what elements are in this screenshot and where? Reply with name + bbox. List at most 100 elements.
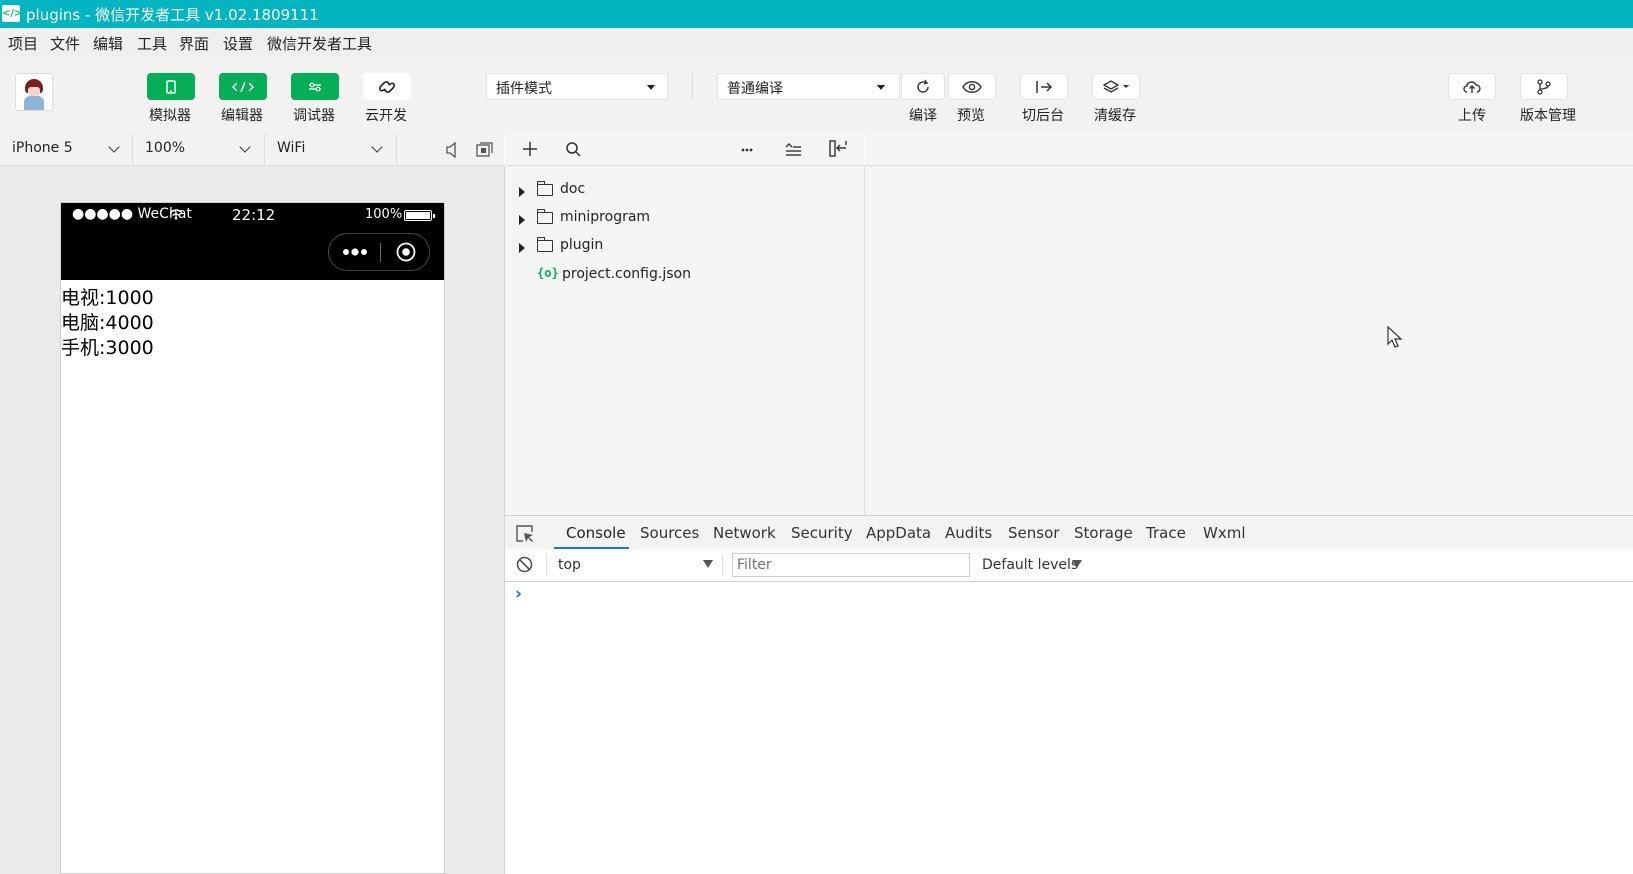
menu-devtools[interactable]: 微信开发者工具 — [267, 33, 372, 54]
version-label: 版本管理 — [1520, 108, 1576, 124]
clear-console-icon[interactable] — [516, 556, 533, 573]
json-file-icon: {o} — [537, 266, 559, 280]
expand-arrow-icon[interactable] — [519, 243, 525, 253]
close-circle-icon[interactable] — [396, 242, 416, 262]
console-output[interactable]: › — [505, 582, 1633, 874]
debugger-button[interactable] — [291, 73, 339, 100]
editor-label: 编辑器 — [221, 108, 263, 124]
more-dots-icon[interactable] — [342, 247, 368, 257]
dropdown-arrow-icon — [877, 85, 885, 90]
expand-arrow-icon[interactable] — [519, 187, 525, 197]
tree-item-plugin[interactable]: plugin — [505, 234, 863, 260]
version-button[interactable] — [1520, 73, 1568, 100]
expand-arrow-icon[interactable] — [519, 215, 525, 225]
menu-file[interactable]: 文件 — [50, 33, 80, 54]
tree-item-label: doc — [560, 181, 586, 197]
tree-item-label: plugin — [560, 237, 604, 253]
device-select[interactable]: iPhone 5 — [0, 134, 133, 165]
collapse-all-icon[interactable] — [785, 143, 801, 156]
battery-percent: 100% — [365, 207, 403, 222]
layers-icon — [1102, 79, 1129, 93]
branch-icon — [1537, 78, 1551, 95]
tab-trace[interactable]: Trace — [1146, 524, 1186, 542]
tab-network[interactable]: Network — [713, 524, 776, 542]
volume-icon[interactable] — [446, 142, 458, 158]
debugger-label: 调试器 — [293, 108, 335, 124]
zoom-select-value: 100% — [145, 140, 186, 156]
content-line: 电视:1000 — [61, 287, 154, 309]
simulator-button[interactable] — [147, 73, 195, 100]
zoom-select[interactable]: 100% — [133, 134, 265, 165]
more-icon[interactable] — [741, 148, 753, 152]
explorer-toolbar — [505, 134, 864, 166]
network-select[interactable]: WiFi — [265, 134, 397, 165]
chevron-down-icon — [108, 141, 120, 153]
console-filter-input[interactable] — [732, 553, 970, 577]
compile-mode-select[interactable]: 普通编译 — [717, 73, 900, 100]
menu-tools[interactable]: 工具 — [137, 33, 167, 54]
inspect-element-icon[interactable] — [516, 525, 534, 543]
preview-button[interactable] — [948, 73, 996, 100]
console-toolbar: top Default levels — [505, 549, 1633, 582]
folder-icon — [536, 181, 553, 196]
tab-sources[interactable]: Sources — [640, 524, 699, 542]
mouse-cursor-icon — [1387, 326, 1403, 348]
tab-storage[interactable]: Storage — [1074, 524, 1133, 542]
console-prompt-icon: › — [515, 584, 523, 604]
upload-button[interactable] — [1448, 73, 1496, 100]
menu-project[interactable]: 项目 — [8, 33, 38, 54]
tree-item-project-config[interactable]: {o} project.config.json — [505, 263, 863, 289]
tree-item-doc[interactable]: doc — [505, 178, 863, 204]
network-select-value: WiFi — [277, 140, 306, 156]
phone-screen[interactable]: ●●●●● WeChat 22:12 100% 电视:1000 电脑:4000 … — [60, 202, 445, 874]
capsule-divider — [380, 243, 381, 262]
menu-settings[interactable]: 设置 — [223, 33, 253, 54]
context-select[interactable]: top — [548, 551, 720, 579]
tab-wxml[interactable]: Wxml — [1203, 524, 1246, 542]
mode-select-value: 插件模式 — [496, 81, 552, 97]
main-toolbar: 模拟器 编辑器 调试器 云开发 插件模式 普通编译 编译 预览 切后台 清缓存 … — [0, 58, 1633, 135]
app-logo-icon: </> — [2, 5, 22, 22]
levels-select-value: Default levels — [982, 557, 1079, 573]
preview-label: 预览 — [957, 108, 985, 124]
toggle-panel-icon[interactable] — [829, 140, 847, 157]
compile-button[interactable] — [901, 73, 945, 100]
phone-status-bar: ●●●●● WeChat 22:12 100% — [61, 203, 444, 280]
cloud-button[interactable] — [363, 73, 411, 100]
tab-sensor[interactable]: Sensor — [1008, 524, 1059, 542]
eye-icon — [962, 80, 982, 93]
tab-appdata[interactable]: AppData — [866, 524, 931, 542]
editor-area[interactable] — [865, 166, 1633, 515]
tree-item-label: project.config.json — [562, 266, 691, 282]
content-line: 手机:3000 — [61, 337, 154, 359]
content-line: 电脑:4000 — [61, 312, 154, 334]
devtools-tab-bar: Console Sources Network Security AppData… — [505, 515, 1633, 550]
mode-select[interactable]: 插件模式 — [486, 73, 668, 100]
toolbar-divider — [692, 73, 693, 99]
clock-label: 22:12 — [232, 206, 276, 224]
menu-bar: 项目 文件 编辑 工具 界面 设置 微信开发者工具 — [0, 28, 1633, 58]
search-icon[interactable] — [566, 142, 581, 157]
tree-item-miniprogram[interactable]: miniprogram — [505, 206, 863, 232]
tab-security[interactable]: Security — [791, 524, 853, 542]
battery-icon — [404, 210, 435, 221]
tab-console[interactable]: Console — [566, 524, 626, 542]
simulator-label: 模拟器 — [149, 108, 191, 124]
avatar[interactable] — [15, 73, 53, 111]
sliders-icon — [309, 82, 321, 91]
tab-audits[interactable]: Audits — [945, 524, 992, 542]
capsule-menu[interactable] — [328, 233, 430, 271]
levels-select[interactable]: Default levels — [982, 551, 1092, 579]
popout-window-icon[interactable] — [476, 142, 493, 157]
phone-icon — [166, 79, 176, 94]
background-label: 切后台 — [1022, 108, 1064, 124]
add-icon[interactable] — [523, 142, 537, 156]
chevron-down-icon — [239, 141, 251, 153]
menu-edit[interactable]: 编辑 — [93, 33, 123, 54]
dropdown-arrow-icon — [647, 85, 655, 90]
clear-cache-button[interactable] — [1092, 73, 1140, 100]
clear-cache-label: 清缓存 — [1094, 108, 1136, 124]
background-button[interactable] — [1020, 73, 1068, 100]
editor-button[interactable] — [219, 73, 267, 100]
menu-interface[interactable]: 界面 — [179, 33, 209, 54]
